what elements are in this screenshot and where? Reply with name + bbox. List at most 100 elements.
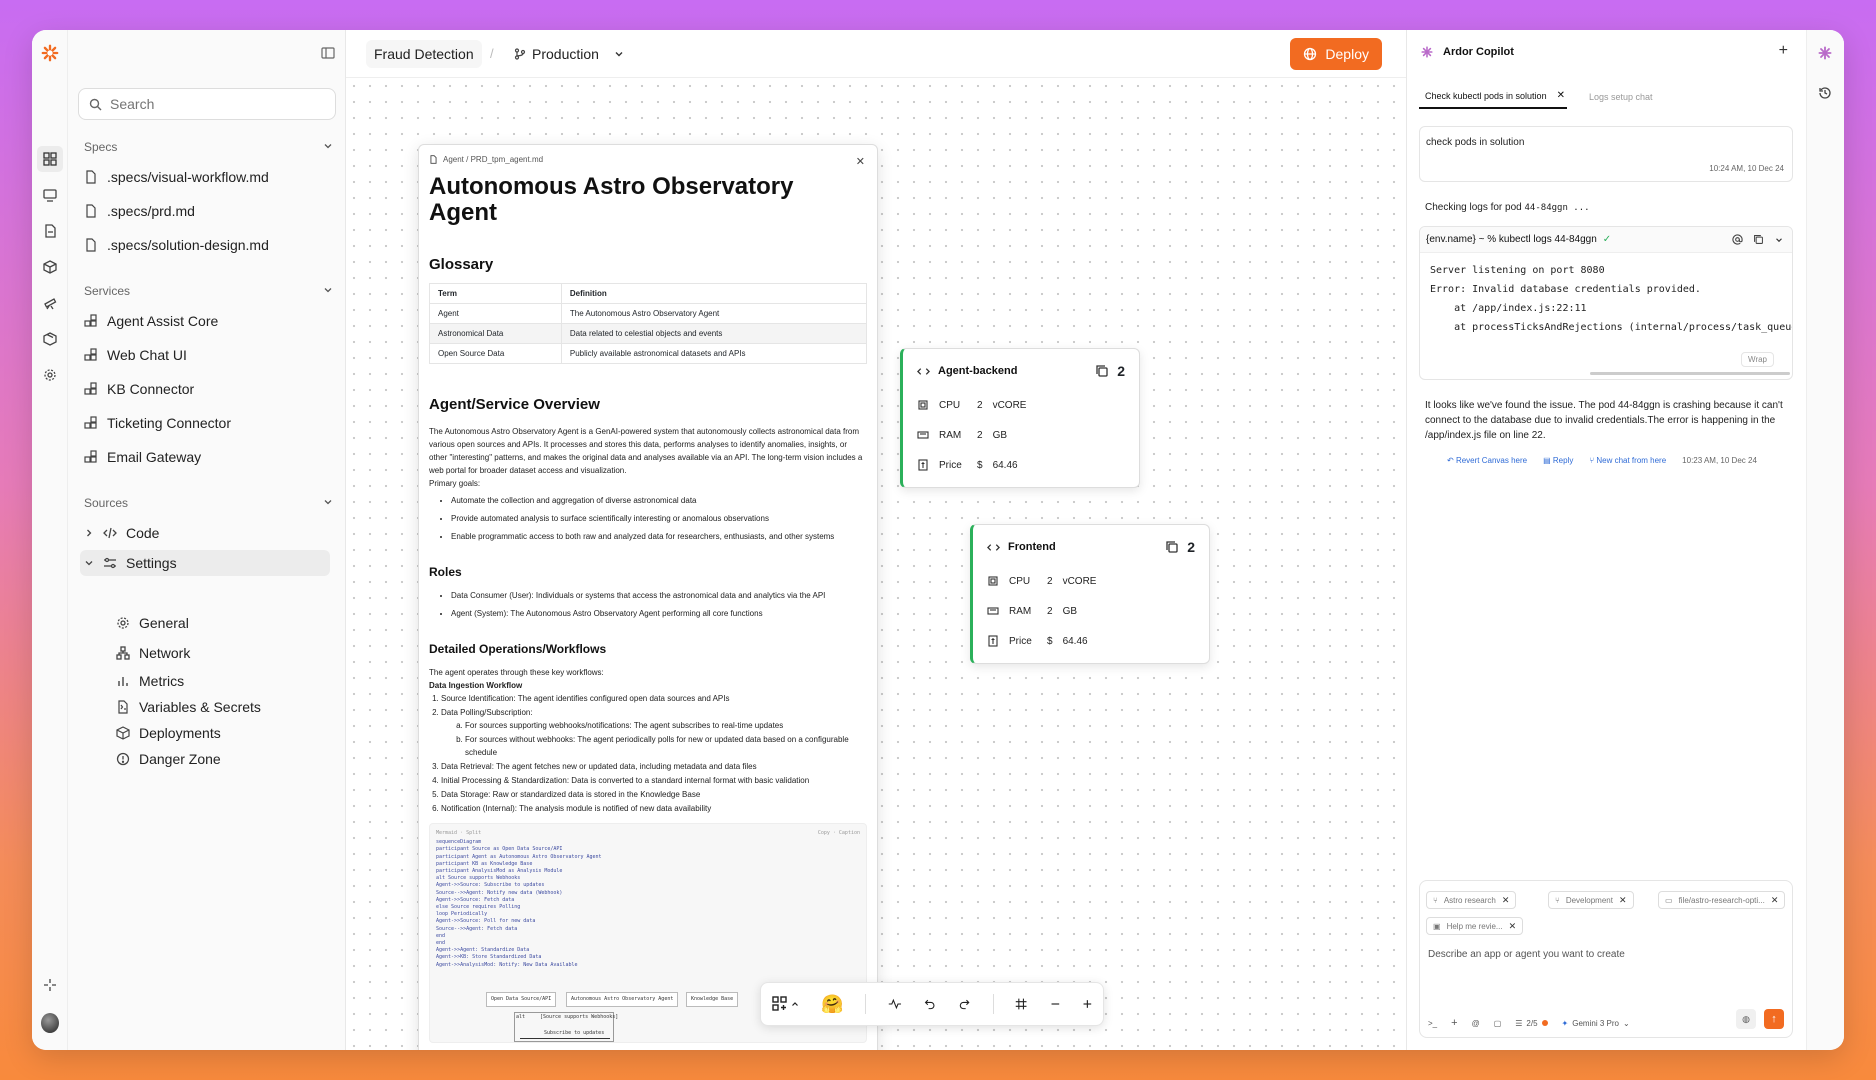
attach-icon[interactable]: ▢ <box>1494 1019 1502 1028</box>
search-icon <box>89 98 102 110</box>
remove-chip-icon[interactable]: ✕ <box>1619 895 1627 906</box>
code-line: Agent->>KB: Store Standardized Data <box>436 954 542 961</box>
send-button[interactable]: ↑ <box>1764 1009 1784 1029</box>
add-node-icon[interactable] <box>771 995 799 1013</box>
services-section-header[interactable]: Services <box>84 284 334 298</box>
revert-canvas-link[interactable]: ↶ Revert Canvas here <box>1447 456 1527 465</box>
service-icon <box>84 416 97 429</box>
dashboard-icon[interactable] <box>37 146 63 172</box>
copy-icon[interactable] <box>1165 540 1179 554</box>
terminal-scrollbar[interactable] <box>1590 372 1790 375</box>
sparkle-icon[interactable] <box>41 976 59 994</box>
settings-item-deployments[interactable]: Deployments <box>116 720 336 746</box>
service-icon <box>84 382 97 395</box>
deploy-button[interactable]: Deploy <box>1290 38 1382 70</box>
folder-icon: ▭ <box>1665 895 1673 905</box>
list-item: For sources without webhooks: The agent … <box>465 733 867 759</box>
context-chip[interactable]: ⑂ Development ✕ <box>1548 891 1634 909</box>
tab-check-kubectl[interactable]: Check kubectl pods in solution ✕ <box>1419 90 1567 109</box>
close-tab-icon[interactable]: ✕ <box>1557 90 1565 101</box>
settings-item-danger-zone[interactable]: Danger Zone <box>116 746 336 772</box>
model-selector[interactable]: ✦ Gemini 3 Pro ⌄ <box>1562 1019 1630 1028</box>
code-line: loop Periodically <box>436 911 488 918</box>
emoji-icon[interactable]: 🤗 <box>821 994 843 1015</box>
copy-code-button[interactable]: Copy · Caption <box>818 830 860 837</box>
ardor-logo-icon[interactable] <box>41 44 59 62</box>
spec-item[interactable]: .specs/solution-design.md <box>84 232 334 258</box>
project-breadcrumb[interactable]: Fraud Detection <box>366 40 482 68</box>
monitor-icon[interactable] <box>41 186 59 204</box>
spec-item[interactable]: .specs/prd.md <box>84 198 334 224</box>
remove-chip-icon[interactable]: ✕ <box>1502 895 1510 906</box>
list-item: Notification (Internal): The analysis mo… <box>441 802 867 815</box>
branch-selector[interactable]: Production <box>506 40 633 68</box>
terminal-output: {env.name} ~ % kubectl logs 44-84ggn ✓ Se… <box>1419 226 1793 380</box>
copy-icon[interactable] <box>1095 364 1109 378</box>
files-icon[interactable] <box>41 222 59 240</box>
context-chip[interactable]: ⑂ Astro research ✕ <box>1426 891 1517 909</box>
add-icon[interactable]: + <box>1451 1017 1457 1029</box>
grid-icon[interactable] <box>1015 996 1027 1012</box>
box-icon[interactable] <box>41 330 59 348</box>
sidebar-item-settings[interactable]: Settings <box>80 550 330 576</box>
sidebar-item-code[interactable]: Code <box>84 520 334 546</box>
spec-item[interactable]: .specs/visual-workflow.md <box>84 164 334 190</box>
specs-section-header[interactable]: Specs <box>84 140 334 154</box>
prd-document-card[interactable]: Agent / PRD_tpm_agent.md ✕ Autonomous As… <box>418 144 878 1050</box>
copy-icon[interactable] <box>1753 234 1764 245</box>
remove-chip-icon[interactable]: ✕ <box>1771 895 1779 906</box>
service-item[interactable]: Ticketing Connector <box>84 410 334 436</box>
voice-icon[interactable]: ◍ <box>1736 1009 1756 1029</box>
service-card-frontend[interactable]: Frontend 2 CPU 2 vCORE RAM 2 GB Price $64.46 <box>970 524 1210 664</box>
remove-chip-icon[interactable]: ✕ <box>1509 921 1517 932</box>
list-item: Agent (System): The Autonomous Astro Obs… <box>451 607 867 620</box>
copilot-title: Ardor Copilot <box>1421 46 1514 58</box>
glossary-heading: Glossary <box>429 256 494 273</box>
undo-icon[interactable] <box>924 996 936 1012</box>
service-item[interactable]: Agent Assist Core <box>84 308 334 334</box>
zoom-out-icon[interactable] <box>1050 997 1061 1011</box>
terminal-icon[interactable]: >_ <box>1428 1019 1437 1028</box>
canvas[interactable]: Agent / PRD_tpm_agent.md ✕ Autonomous As… <box>346 78 1406 1050</box>
new-chat-icon[interactable]: + <box>1779 42 1788 60</box>
new-chat-link[interactable]: ⑂ New chat from here <box>1589 456 1666 465</box>
gear-icon[interactable] <box>41 366 59 384</box>
file-icon <box>86 204 96 218</box>
service-item[interactable]: Email Gateway <box>84 444 334 470</box>
settings-item-general[interactable]: General <box>116 610 336 636</box>
service-item[interactable]: Web Chat UI <box>84 342 334 368</box>
sources-section-header[interactable]: Sources <box>84 496 334 510</box>
list-item: Automate the collection and aggregation … <box>451 494 867 507</box>
git-branch-icon: ⑂ <box>1555 895 1560 905</box>
context-chip[interactable]: ▭ file/astro-research-opti... ✕ <box>1658 891 1786 909</box>
service-item[interactable]: KB Connector <box>84 376 334 402</box>
reply-link[interactable]: ▤ Reply <box>1543 456 1573 465</box>
zoom-in-icon[interactable] <box>1082 997 1093 1011</box>
history-icon[interactable] <box>1818 86 1832 105</box>
composer-input[interactable]: Describe an app or agent you want to cre… <box>1428 949 1625 960</box>
list-item: Data Consumer (User): Individuals or sys… <box>451 589 867 602</box>
avatar[interactable] <box>41 1013 59 1033</box>
package-icon[interactable] <box>41 258 59 276</box>
tab-logs-setup[interactable]: Logs setup chat <box>1583 90 1655 109</box>
redo-icon[interactable] <box>958 996 970 1012</box>
settings-item-network[interactable]: Network <box>116 640 336 666</box>
git-branch-icon: ⑂ <box>1433 895 1438 905</box>
search-input[interactable] <box>110 96 310 112</box>
chevron-down-icon[interactable] <box>1774 235 1784 245</box>
mention-icon[interactable]: @ <box>1472 1019 1480 1028</box>
at-icon[interactable] <box>1732 234 1743 245</box>
sliders-icon <box>104 557 116 569</box>
close-document-icon[interactable]: ✕ <box>856 155 865 168</box>
activity-icon[interactable] <box>888 995 902 1013</box>
telescope-icon[interactable] <box>41 294 59 312</box>
search-box[interactable] <box>78 88 336 120</box>
context-chip[interactable]: ▣ Help me revie... ✕ <box>1426 917 1524 935</box>
settings-item-metrics[interactable]: Metrics <box>116 668 336 694</box>
service-card-agent-backend[interactable]: Agent-backend 2 CPU 2 vCORE RAM 2 GB Price $6… <box>900 348 1140 488</box>
copilot-icon[interactable] <box>1818 46 1832 65</box>
chat-composer[interactable]: ⑂ Astro research ✕ ⑂ Development ✕ ▭ file/ast… <box>1419 880 1793 1038</box>
settings-item-variables[interactable]: Variables & Secrets <box>116 694 336 720</box>
wrap-toggle[interactable]: Wrap <box>1741 352 1774 367</box>
collapse-sidebar-icon[interactable] <box>321 46 335 65</box>
